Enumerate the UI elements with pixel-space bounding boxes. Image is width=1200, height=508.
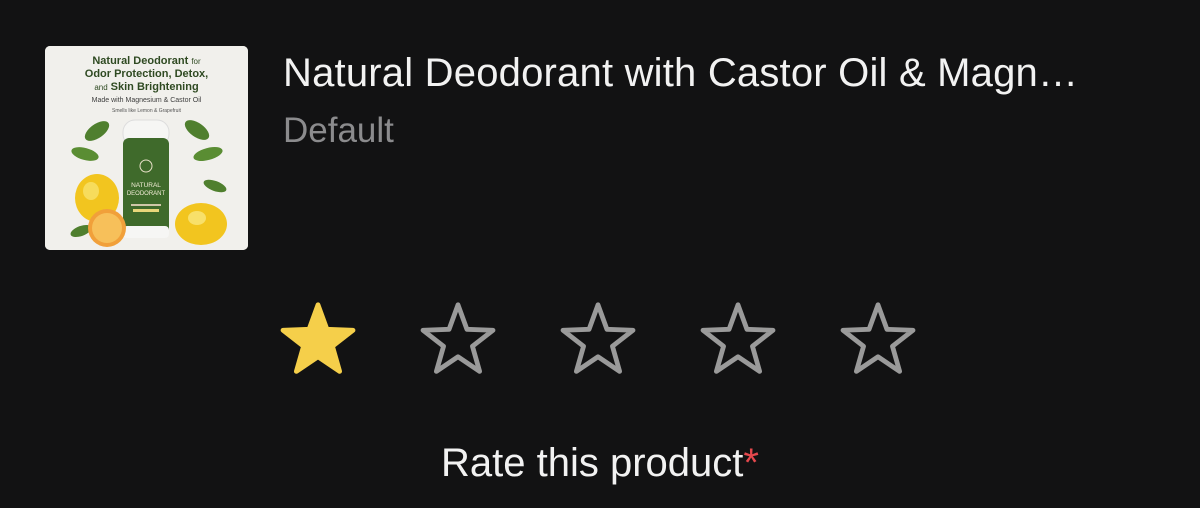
image-headline-3: Skin Brightening (111, 81, 199, 93)
product-title: Natural Deodorant with Castor Oil & Magn… (283, 51, 1079, 95)
star-outline-icon (700, 302, 776, 374)
rate-product-label: Rate this product* (0, 440, 1200, 486)
star-4-button[interactable] (698, 300, 778, 380)
star-outline-icon (420, 302, 496, 374)
image-headline-1: Natural Deodorant (92, 55, 188, 67)
deodorant-stick-illustration: NATURAL DEODORANT (122, 119, 170, 238)
label-line-2: DEODORANT (127, 191, 166, 197)
image-headline-3-prefix: and (94, 83, 107, 92)
star-outline-icon (840, 302, 916, 374)
star-outline-icon (560, 302, 636, 374)
star-5-button[interactable] (838, 300, 918, 380)
image-headline-2: Odor Protection, Detox, (85, 68, 208, 80)
svg-text:Natural Deodorantfor: Natural Deodorant for (92, 55, 201, 67)
image-headline-1-suffix: for (191, 57, 201, 66)
label-line-1: NATURAL (131, 182, 161, 189)
star-filled-icon (280, 302, 356, 374)
star-rating (278, 300, 918, 380)
svg-text:andSkin Brightening: and Skin Brightening (94, 81, 198, 93)
product-variant: Default (283, 111, 394, 150)
rate-product-text: Rate this product (441, 441, 744, 485)
image-subline-1: Made with Magnesium & Castor Oil (92, 97, 202, 104)
star-1-button[interactable] (278, 300, 358, 380)
product-thumbnail: Natural Deodorant for Odor Protection, De… (45, 46, 248, 250)
image-subline-2: Smells like Lemon & Grapefruit (112, 108, 182, 114)
star-3-button[interactable] (558, 300, 638, 380)
star-2-button[interactable] (418, 300, 498, 380)
required-asterisk: * (743, 441, 759, 485)
